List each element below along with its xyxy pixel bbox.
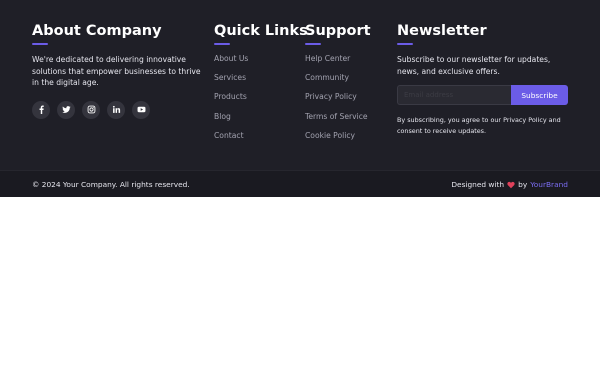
twitter-icon bbox=[61, 106, 71, 113]
subscribe-button[interactable]: Subscribe bbox=[511, 85, 568, 105]
about-column: About Company We're dedicated to deliver… bbox=[32, 22, 202, 119]
newsletter-description: Subscribe to our newsletter for updates,… bbox=[397, 55, 551, 76]
social-links bbox=[32, 100, 202, 119]
site-footer: About Company We're dedicated to deliver… bbox=[0, 0, 600, 197]
consent-text: By subscribing, you agree to our Privacy… bbox=[397, 116, 561, 135]
email-input[interactable] bbox=[397, 85, 511, 105]
footer-link-privacy-policy[interactable]: Privacy Policy bbox=[305, 91, 390, 102]
facebook-link[interactable] bbox=[32, 100, 50, 119]
title-underline bbox=[305, 43, 321, 45]
facebook-icon bbox=[39, 105, 44, 114]
instagram-link[interactable] bbox=[82, 100, 100, 119]
brand-link[interactable]: YourBrand bbox=[530, 180, 568, 189]
designed-by: by bbox=[518, 180, 528, 189]
instagram-icon bbox=[87, 105, 95, 114]
linkedin-icon bbox=[112, 105, 120, 113]
footer-link-terms-of-service[interactable]: Terms of Service bbox=[305, 111, 390, 122]
youtube-icon bbox=[137, 106, 145, 113]
about-description: We're dedicated to delivering innovative… bbox=[32, 55, 201, 87]
quick-links-list: About Us Services Products Blog Contact bbox=[214, 53, 294, 141]
quick-links-title: Quick Links bbox=[214, 23, 308, 39]
quick-links-column: Quick Links About Us Services Products B… bbox=[214, 22, 308, 149]
footer-link-blog[interactable]: Blog bbox=[214, 111, 294, 122]
support-links-list: Help Center Community Privacy Policy Ter… bbox=[305, 53, 390, 141]
footer-link-services[interactable]: Services bbox=[214, 72, 294, 83]
twitter-link[interactable] bbox=[57, 100, 75, 119]
footer-link-about-us[interactable]: About Us bbox=[214, 53, 294, 64]
designed-prefix: Designed with bbox=[451, 180, 505, 189]
subscribe-form: Subscribe bbox=[397, 85, 568, 105]
footer-link-community[interactable]: Community bbox=[305, 72, 390, 83]
designed-with: Designed with by YourBrand bbox=[451, 180, 568, 189]
newsletter-title: Newsletter bbox=[397, 23, 487, 39]
footer-link-help-center[interactable]: Help Center bbox=[305, 53, 390, 64]
footer-main: About Company We're dedicated to deliver… bbox=[0, 0, 600, 170]
newsletter-column: Newsletter Subscribe to our newsletter f… bbox=[397, 22, 572, 136]
footer-bottom-bar: © 2024 Your Company. All rights reserved… bbox=[0, 170, 600, 197]
title-underline bbox=[397, 43, 413, 45]
title-underline bbox=[214, 43, 230, 45]
support-title: Support bbox=[305, 23, 371, 39]
footer-link-products[interactable]: Products bbox=[214, 91, 294, 102]
copyright-text: © 2024 Your Company. All rights reserved… bbox=[32, 180, 190, 189]
footer-link-cookie-policy[interactable]: Cookie Policy bbox=[305, 130, 390, 141]
support-column: Support Help Center Community Privacy Po… bbox=[305, 22, 390, 149]
footer-link-contact[interactable]: Contact bbox=[214, 130, 294, 141]
about-title: About Company bbox=[32, 23, 162, 39]
title-underline bbox=[32, 43, 48, 45]
youtube-link[interactable] bbox=[132, 100, 150, 119]
linkedin-link[interactable] bbox=[107, 100, 125, 119]
heart-icon bbox=[507, 181, 515, 188]
